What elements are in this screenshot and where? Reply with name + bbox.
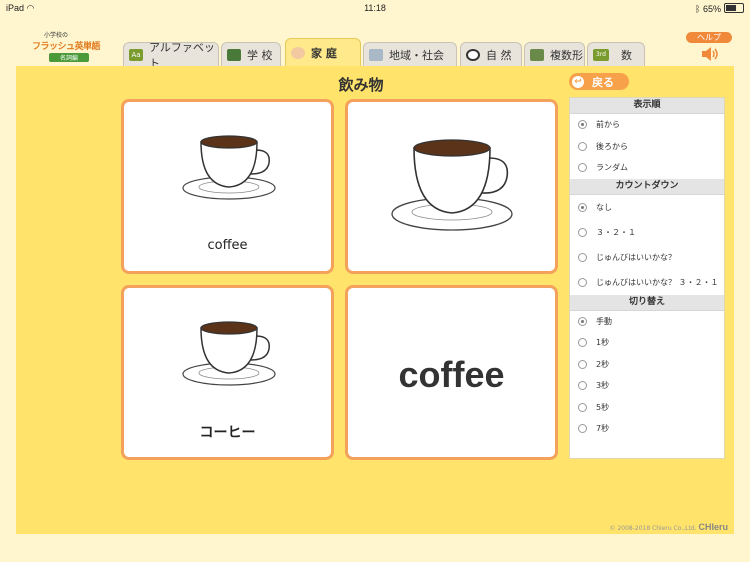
brand-logo: CHIeru (698, 522, 728, 532)
switch-option-1s[interactable]: 1秒 (570, 332, 724, 354)
app-logo: 小学校の フラッシュ英単語 名詞編 (32, 30, 106, 64)
building-icon (369, 48, 383, 61)
switch-option-manual[interactable]: 手動 (570, 311, 724, 333)
switch-header: 切り替え (570, 294, 724, 311)
tab-numbers[interactable]: 3rd 数 (587, 42, 645, 66)
tab-label: 複数形 (550, 48, 583, 62)
countdown-option-ready-321[interactable]: じゅんびはいいかな？ ３・２・１ (570, 270, 724, 295)
radio-icon (578, 381, 587, 391)
order-option-backward[interactable]: 後ろから (570, 136, 724, 158)
back-button[interactable]: ↩ 戻る (569, 73, 629, 90)
blackboard-icon (227, 48, 241, 61)
radio-icon (578, 338, 587, 348)
radio-selected-icon (578, 316, 587, 326)
countdown-header: カウントダウン (570, 178, 724, 195)
tab-label: 家 庭 (311, 46, 337, 60)
alphabet-icon: Aa (129, 48, 143, 61)
card-picture-kana[interactable]: コーヒー (121, 285, 334, 460)
topic-title: 飲み物 (338, 76, 384, 94)
tab-alphabet[interactable]: Aa アルファベット (123, 41, 219, 70)
countdown-option-none[interactable]: なし (570, 195, 724, 220)
countdown-option-ready[interactable]: じゅんびはいいかな？ (570, 245, 724, 270)
speaker-icon[interactable] (700, 46, 720, 66)
battery-percent: 65% (702, 4, 721, 14)
tab-label: 地域・社会 (389, 48, 444, 62)
battery-icon (724, 3, 744, 13)
main-panel: 飲み物 ↩ 戻る coffee コーヒー coffee 表示順 前から 後ろから… (16, 66, 734, 534)
radio-icon (578, 163, 587, 173)
radio-icon (578, 141, 587, 151)
radio-selected-icon (578, 202, 587, 212)
coffee-cup-icon (182, 321, 276, 386)
radio-icon (578, 252, 587, 262)
countdown-option-321[interactable]: ３・２・１ (570, 220, 724, 245)
tab-label: 学 校 (247, 48, 273, 62)
logo-main: フラッシュ英単語 (32, 42, 101, 52)
back-label: 戻る (592, 75, 614, 89)
status-time: 11:18 (364, 3, 386, 13)
tab-home[interactable]: 家 庭 (285, 38, 361, 66)
order-option-random[interactable]: ランダム (570, 157, 724, 179)
tab-nature[interactable]: 自 然 (460, 42, 522, 66)
radio-icon (578, 402, 587, 412)
switch-option-2s[interactable]: 2秒 (570, 354, 724, 376)
switch-option-5s[interactable]: 5秒 (570, 397, 724, 419)
logo-sub: 名詞編 (49, 53, 89, 62)
card-picture[interactable] (345, 99, 558, 274)
tab-label: 数 (621, 48, 632, 62)
settings-sidebar: 表示順 前から 後ろから ランダム カウントダウン なし ３・２・１ じゅんびは… (569, 97, 725, 459)
help-area: ヘルプ (686, 32, 732, 61)
coffee-cup-icon (391, 139, 513, 231)
card-word-label: coffee (207, 238, 248, 253)
coffee-cup-icon (182, 135, 276, 200)
radio-icon (578, 424, 587, 434)
status-bar: iPad ◠ 11:18 ᛒ 65% (0, 0, 750, 16)
tab-label: 自 然 (486, 48, 512, 62)
family-icon (291, 46, 305, 59)
radio-icon (578, 359, 587, 369)
card-word[interactable]: coffee (345, 285, 558, 460)
radio-icon (578, 277, 587, 287)
switch-option-3s[interactable]: 3秒 (570, 375, 724, 397)
back-arrow-icon: ↩ (572, 75, 584, 88)
ordinal-icon: 3rd (593, 48, 609, 61)
copyright-text: © 2008-2018 Chieru Co.,Ltd. (609, 525, 697, 532)
switch-option-7s[interactable]: 7秒 (570, 418, 724, 440)
card-picture-word[interactable]: coffee (121, 99, 334, 274)
order-option-forward[interactable]: 前から (570, 114, 724, 136)
cards-icon (530, 48, 544, 61)
logo-line1: 小学校の (44, 32, 69, 39)
bluetooth-icon: ᛒ (695, 4, 701, 14)
footer: © 2008-2018 Chieru Co.,Ltd. CHIeru (610, 522, 728, 532)
tab-plural[interactable]: 複数形 (524, 42, 585, 66)
tab-school[interactable]: 学 校 (221, 42, 281, 66)
radio-selected-icon (578, 120, 587, 130)
panda-icon (466, 48, 480, 61)
order-header: 表示順 (570, 98, 724, 114)
radio-icon (578, 227, 587, 237)
help-button[interactable]: ヘルプ (686, 32, 732, 43)
tab-community[interactable]: 地域・社会 (363, 42, 457, 66)
card-big-word: coffee (398, 354, 505, 395)
card-kana-label: コーヒー (199, 425, 256, 441)
